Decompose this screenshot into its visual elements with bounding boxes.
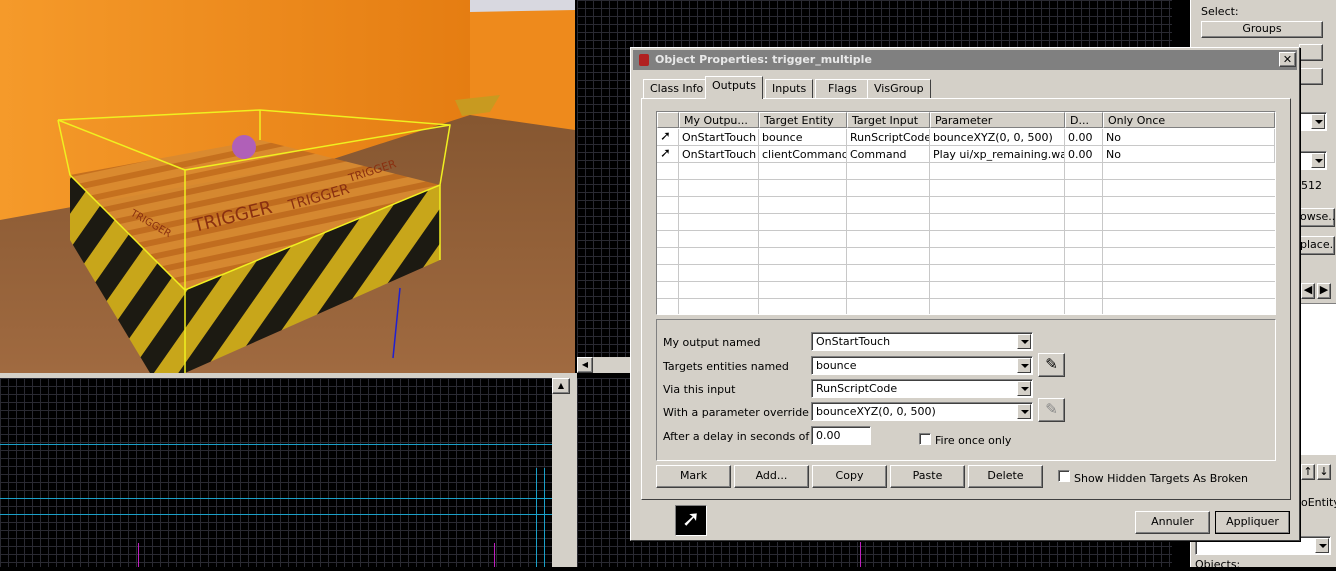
targets-select[interactable]: bounce xyxy=(811,356,1033,375)
table-row[interactable]: ➚ OnStartTouch bounce RunScriptCode boun… xyxy=(657,129,1275,146)
up-arrow-button[interactable]: ↑ xyxy=(1301,464,1315,480)
fire-once-label: Fire once only xyxy=(935,434,1012,447)
nav-button[interactable]: ◀ xyxy=(1301,283,1315,299)
copy-button[interactable]: Copy xyxy=(812,465,887,488)
table-row[interactable]: ➚ OnStartTouch clientCommands Command Pl… xyxy=(657,146,1275,163)
output-arrow-icon: ➚ xyxy=(676,506,706,535)
output-select[interactable]: OnStartTouch xyxy=(811,332,1033,351)
col-header[interactable] xyxy=(657,112,679,128)
viewport-2d-bottom-left[interactable] xyxy=(0,378,552,567)
output-arrow-icon: ➚ xyxy=(657,129,679,146)
col-header[interactable]: Target Entity xyxy=(759,112,847,128)
panel-combo[interactable] xyxy=(1299,151,1327,170)
panel-list[interactable] xyxy=(1299,303,1336,455)
cell: bounceXYZ(0, 0, 500) xyxy=(930,129,1065,146)
col-header[interactable]: Parameter xyxy=(930,112,1065,128)
tab-class-info[interactable]: Class Info xyxy=(643,79,711,98)
vscroll-2d[interactable]: ▲ xyxy=(552,378,570,567)
add-button[interactable]: Add... xyxy=(734,465,809,488)
apply-button[interactable]: Appliquer xyxy=(1215,511,1290,534)
tab-inputs[interactable]: Inputs xyxy=(765,79,814,98)
number-readout: 512 xyxy=(1301,179,1322,192)
viewport-3d[interactable]: TRIGGER TRIGGER TRIGGER TRIGGER xyxy=(0,0,575,373)
show-hidden-checkbox[interactable] xyxy=(1058,470,1070,482)
scroll-left-button[interactable]: ◀ xyxy=(577,357,593,373)
cell: bounce xyxy=(759,129,847,146)
cell: No xyxy=(1103,129,1275,146)
cancel-button[interactable]: Annuler xyxy=(1135,511,1210,534)
object-properties-dialog: Object Properties: trigger_multiple ✕ Cl… xyxy=(630,47,1300,541)
output-editor: My output named OnStartTouch Targets ent… xyxy=(656,319,1276,461)
replace-button[interactable]: place... xyxy=(1299,236,1335,255)
col-header[interactable]: My Outpu... xyxy=(679,112,759,128)
nav-button[interactable]: ▶ xyxy=(1317,283,1331,299)
cell: Play ui/xp_remaining.wav xyxy=(930,146,1065,163)
outputs-table[interactable]: My Outpu... Target Entity Target Input P… xyxy=(656,111,1276,315)
delete-button[interactable]: Delete xyxy=(968,465,1043,488)
close-icon: ✕ xyxy=(1282,53,1293,66)
col-header[interactable]: Target Input xyxy=(847,112,930,128)
cell: OnStartTouch xyxy=(679,129,759,146)
delay-label: After a delay in seconds of xyxy=(663,430,810,443)
panel-button[interactable] xyxy=(1299,44,1323,61)
panel-button[interactable] xyxy=(1299,68,1323,85)
fire-once-checkbox[interactable] xyxy=(919,433,931,445)
panel-combo[interactable] xyxy=(1299,112,1327,131)
entity-label: oEntity xyxy=(1301,496,1336,509)
cell: Command xyxy=(847,146,930,163)
title-bar[interactable]: Object Properties: trigger_multiple ✕ xyxy=(633,50,1297,70)
groups-button[interactable]: Groups xyxy=(1201,21,1323,38)
show-hidden-label: Show Hidden Targets As Broken xyxy=(1074,472,1248,485)
cell: RunScriptCode xyxy=(847,129,930,146)
output-label: My output named xyxy=(663,336,761,349)
cell: clientCommands xyxy=(759,146,847,163)
tab-outputs[interactable]: Outputs xyxy=(705,76,763,99)
dialog-title: Object Properties: trigger_multiple xyxy=(655,53,872,66)
targets-label: Targets entities named xyxy=(663,360,789,373)
delay-input[interactable]: 0.00 xyxy=(811,426,871,445)
col-header[interactable]: Only Once xyxy=(1103,112,1275,128)
param-select[interactable]: bounceXYZ(0, 0, 500) xyxy=(811,402,1033,421)
col-header[interactable]: D... xyxy=(1065,112,1103,128)
browse-button[interactable]: owse... xyxy=(1299,208,1335,227)
scroll-up-button[interactable]: ▲ xyxy=(552,378,570,394)
input-select[interactable]: RunScriptCode xyxy=(811,379,1033,398)
tab-flags[interactable]: Flags xyxy=(815,79,870,98)
eyedropper-icon: ✎ xyxy=(1045,355,1058,373)
cell: No xyxy=(1103,146,1275,163)
param-label: With a parameter override xyxy=(663,406,809,419)
select-label: Select: xyxy=(1201,5,1239,18)
down-arrow-button[interactable]: ↓ xyxy=(1317,464,1331,480)
mark-button[interactable]: Mark xyxy=(656,465,731,488)
app-icon xyxy=(639,54,649,66)
eyedropper-button[interactable]: ✎ xyxy=(1038,353,1065,377)
table-empty-area xyxy=(657,163,1275,314)
input-label: Via this input xyxy=(663,383,736,396)
tab-visgroup[interactable]: VisGroup xyxy=(867,79,931,98)
entity-icon-box: ➚ xyxy=(675,505,707,536)
paste-button[interactable]: Paste xyxy=(890,465,965,488)
cell: OnStartTouch xyxy=(679,146,759,163)
cell: 0.00 xyxy=(1065,129,1103,146)
scene-3d: TRIGGER TRIGGER TRIGGER TRIGGER xyxy=(0,0,575,373)
cell: 0.00 xyxy=(1065,146,1103,163)
eyedropper-button-disabled[interactable]: ✎ xyxy=(1038,398,1065,422)
objects-label: Objects: xyxy=(1195,558,1241,571)
tab-page-outputs: My Outpu... Target Entity Target Input P… xyxy=(641,98,1291,500)
eyedropper-icon: ✎ xyxy=(1045,400,1058,418)
output-arrow-icon: ➚ xyxy=(657,146,679,163)
close-button[interactable]: ✕ xyxy=(1279,52,1296,67)
